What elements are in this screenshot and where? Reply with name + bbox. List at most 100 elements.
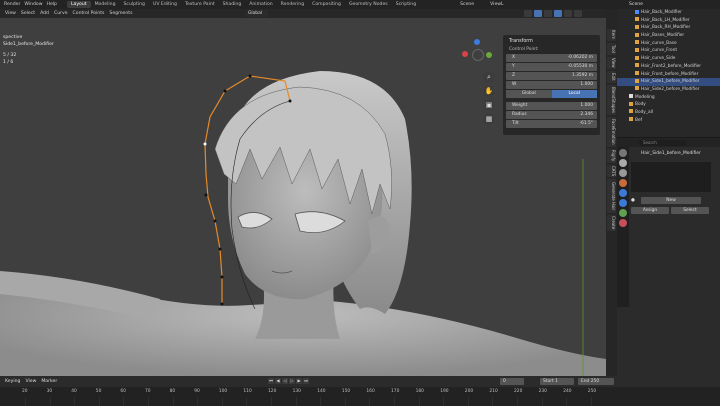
outliner-row[interactable]: Body	[617, 101, 720, 109]
render-tab-icon[interactable]	[619, 159, 627, 167]
outliner-row[interactable]: Hair_Back_LH_Modifier	[617, 17, 720, 25]
outliner-row[interactable]: Body_all	[617, 109, 720, 117]
outliner-row[interactable]: Hair_Front2_before_Modifier	[617, 63, 720, 71]
menu-select[interactable]: Select	[21, 11, 35, 16]
jump-start-icon[interactable]: ⏮	[268, 378, 274, 384]
grid-icon[interactable]: ▦	[483, 113, 495, 125]
outliner-row[interactable]: Hair_Back_RH_Modifier	[617, 24, 720, 32]
tab-modeling[interactable]: Modeling	[91, 1, 120, 8]
prev-key-icon[interactable]: ◀	[275, 378, 281, 384]
outliner-row[interactable]: Hair_curve_Front	[617, 47, 720, 55]
tab-shading[interactable]: Shading	[219, 1, 246, 8]
outliner-row[interactable]: Hair_Back_Modifier	[617, 9, 720, 17]
modifier-tab-icon[interactable]	[619, 189, 627, 197]
tab-tool[interactable]: Tool	[607, 43, 616, 55]
next-key-icon[interactable]: ▶	[296, 378, 302, 384]
menu-control-points[interactable]: Control Points	[73, 11, 105, 16]
field-y[interactable]: Y -0.05530 m	[506, 63, 597, 71]
outliner-row[interactable]: Hair_curve_Base	[617, 40, 720, 48]
tab-compositing[interactable]: Compositing	[308, 1, 345, 8]
gizmo-toggle-icon[interactable]	[524, 10, 532, 17]
tab-geometry-nodes[interactable]: Geometry Nodes	[345, 1, 392, 8]
field-w[interactable]: W 1.000	[506, 81, 597, 89]
play-reverse-icon[interactable]: ◁	[282, 378, 288, 384]
rendered-shading-icon[interactable]	[574, 10, 582, 17]
tab-texture-paint[interactable]: Texture Paint	[181, 1, 219, 8]
tab-animation[interactable]: Animation	[245, 1, 276, 8]
tab-item[interactable]: Item	[607, 29, 616, 41]
material-slot-list[interactable]	[631, 162, 711, 192]
xray-icon[interactable]	[544, 10, 552, 17]
timeline-ruler[interactable]: 20 30 40 50 60 70 80 90 100 110 120 130 140 150 160 170…	[0, 387, 720, 406]
navigation-gizmo[interactable]	[460, 37, 496, 69]
start-frame-field[interactable]: Start 1	[540, 378, 574, 385]
jump-end-icon[interactable]: ⏭	[303, 378, 309, 384]
end-frame-field[interactable]: End 250	[578, 378, 614, 385]
tab-layout[interactable]: Layout	[66, 1, 91, 8]
outliner-row[interactable]: Hair_Side2_before_Modifier	[617, 86, 720, 94]
field-weight[interactable]: Weight 1.000	[506, 102, 597, 110]
tool-tab-icon[interactable]	[619, 149, 627, 157]
tab-edit[interactable]: Edit	[607, 71, 616, 83]
outliner-row[interactable]: Hair_Bases_Modifier	[617, 32, 720, 40]
menu-view-timeline[interactable]: View	[25, 379, 36, 384]
assign-button[interactable]: Assign	[631, 206, 669, 214]
gizmo-z-icon[interactable]	[474, 39, 480, 45]
camera-icon[interactable]: ▣	[483, 99, 495, 111]
select-button[interactable]: Select	[671, 206, 709, 214]
object-name-field[interactable]: Hair_Side1_before_Modifier	[631, 150, 719, 158]
pan-hand-icon[interactable]: ✋	[483, 85, 495, 97]
field-x[interactable]: X -0.06202 m	[506, 54, 597, 62]
3d-viewport[interactable]: View Select Add Curve Control Points Seg…	[0, 9, 606, 376]
gizmo-y-icon[interactable]	[486, 52, 492, 58]
tab-uv-editing[interactable]: UV Editing	[149, 1, 181, 8]
menu-marker[interactable]: Marker	[41, 379, 57, 384]
menu-help[interactable]: Help	[46, 2, 56, 7]
tab-blendshapes[interactable]: BlendShapes	[607, 85, 616, 115]
tab-sculpting[interactable]: Sculpting	[120, 1, 149, 8]
menu-view[interactable]: View	[5, 11, 16, 16]
tab-rigify[interactable]: Rigify	[607, 149, 616, 163]
global-button[interactable]: Global	[506, 90, 552, 98]
menu-add[interactable]: Add	[40, 11, 49, 16]
current-frame-field[interactable]: 0	[500, 378, 524, 385]
outliner-row[interactable]: Bef	[617, 117, 720, 125]
material-tab-icon[interactable]	[619, 219, 627, 227]
zoom-icon[interactable]: ⌕	[483, 71, 495, 83]
scene-selector[interactable]: Scene	[460, 2, 474, 7]
menu-window[interactable]: Window	[24, 2, 42, 7]
view-layer-selector[interactable]: ViewL	[490, 2, 503, 7]
local-button[interactable]: Local	[551, 90, 597, 98]
tab-cats[interactable]: CATS	[607, 165, 616, 177]
outliner-row[interactable]: Modeling	[617, 94, 720, 102]
gizmo-x-icon[interactable]	[462, 51, 468, 57]
tab-view[interactable]: View	[607, 57, 616, 69]
outliner-row[interactable]: Hair_Side1_before_Modifier	[617, 78, 720, 86]
physics-tab-icon[interactable]	[619, 199, 627, 207]
field-radius[interactable]: Radius 2.346	[506, 111, 597, 119]
output-tab-icon[interactable]	[619, 169, 627, 177]
data-tab-icon[interactable]	[619, 209, 627, 217]
properties-search-input[interactable]: Search	[639, 139, 687, 146]
menu-render[interactable]: Render	[4, 2, 20, 7]
field-tilt[interactable]: Tilt -61.5°	[506, 120, 597, 128]
tab-rendering[interactable]: Rendering	[277, 1, 308, 8]
solid-shading-icon[interactable]	[554, 10, 562, 17]
object-tab-icon[interactable]	[619, 179, 627, 187]
tab-generate-hair[interactable]: Generate Hair	[607, 179, 616, 213]
tab-faceemotion[interactable]: FaceEmotion	[607, 117, 616, 147]
menu-keying[interactable]: Keying	[5, 379, 20, 384]
frame-tick-line	[467, 397, 469, 406]
outliner-row[interactable]: Hair_Front_before_Modifier	[617, 71, 720, 79]
material-shading-icon[interactable]	[564, 10, 572, 17]
new-material-button[interactable]: New	[641, 196, 701, 204]
play-icon[interactable]: ▷	[289, 378, 295, 384]
tab-create[interactable]: Create	[607, 215, 616, 231]
field-z[interactable]: Z 1.3592 m	[506, 72, 597, 80]
outliner-row[interactable]: Hair_curve_Side	[617, 55, 720, 63]
tab-scripting[interactable]: Scripting	[392, 1, 420, 8]
overlay-toggle-icon[interactable]	[534, 10, 542, 17]
menu-curve[interactable]: Curve	[54, 11, 68, 16]
menu-segments[interactable]: Segments	[109, 11, 132, 16]
transform-orientation-dropdown[interactable]: Global	[246, 10, 268, 17]
